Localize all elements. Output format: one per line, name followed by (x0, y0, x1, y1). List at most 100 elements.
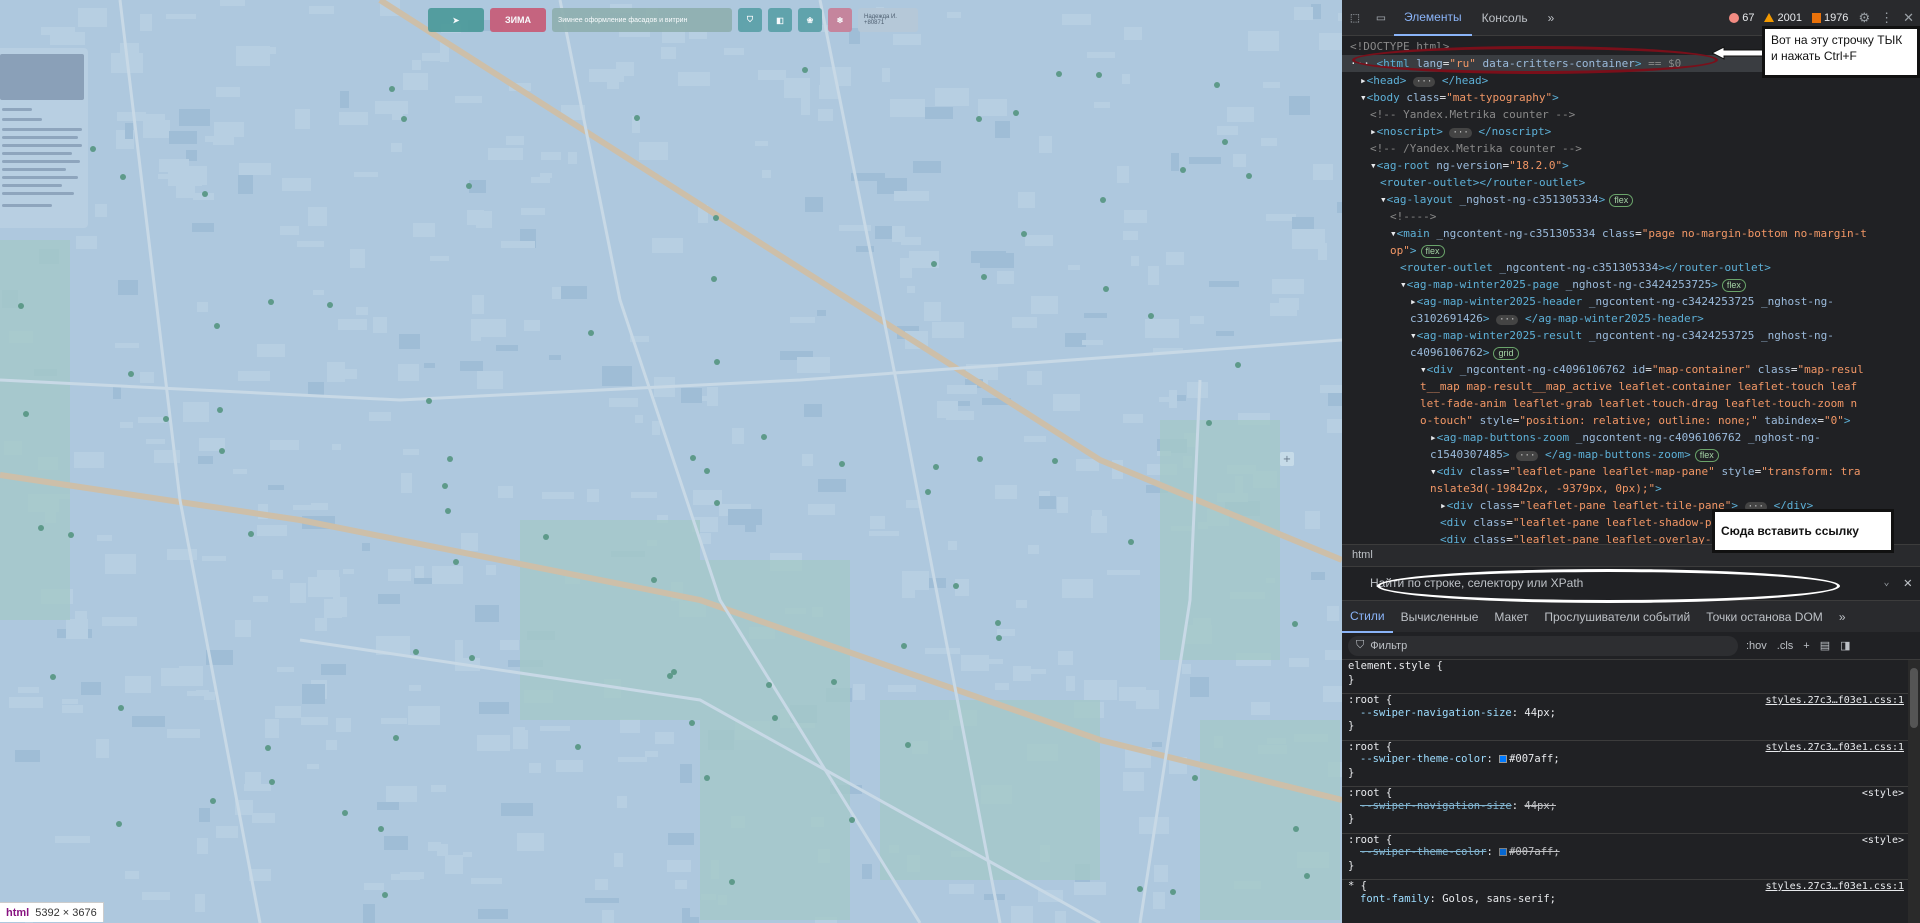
dom-tree[interactable]: <!DOCTYPE html> ··· <html lang="ru" data-… (1342, 36, 1920, 544)
kebab-menu-icon[interactable]: ⋮ (1880, 10, 1893, 26)
dom-node-row[interactable]: o-touch" style="position: relative; outl… (1342, 412, 1920, 429)
building-block (614, 853, 623, 867)
tab-elements[interactable]: Элементы (1394, 0, 1472, 36)
map-view[interactable]: ➤ ЗИМА Зимнее оформление фасадов и витри… (0, 0, 1342, 923)
building-block (631, 492, 657, 498)
chevron-down-icon[interactable]: ⌄ (1884, 577, 1890, 588)
logo-button[interactable]: ➤ (428, 8, 484, 32)
dom-node-row[interactable]: ▾<ag-root ng-version="18.2.0"> (1342, 157, 1920, 174)
tab-layout[interactable]: Макет (1486, 601, 1536, 633)
dom-node-row[interactable]: c3102691426> ··· </ag-map-winter2025-hea… (1342, 310, 1920, 327)
dom-node-row[interactable]: ▸<ag-map-winter2025-header _ngcontent-ng… (1342, 293, 1920, 310)
dom-node-row[interactable]: ▾<div class="leaflet-pane leaflet-map-pa… (1342, 463, 1920, 480)
color-swatch[interactable] (1499, 755, 1508, 763)
filter-icon[interactable]: ⛉ (738, 8, 762, 32)
inspect-icon[interactable]: ⬚ (1342, 5, 1368, 31)
tab-dom-breakpoints[interactable]: Точки останова DOM (1698, 601, 1831, 633)
building-block (140, 14, 152, 31)
dom-node-row[interactable]: <!----> (1342, 208, 1920, 225)
zoom-in-button[interactable]: + (1280, 452, 1294, 466)
css-rule-selector[interactable]: element.style { (1342, 660, 1908, 674)
more-style-tabs-button[interactable]: » (1831, 601, 1854, 633)
hov-toggle[interactable]: :hov (1746, 640, 1767, 652)
building-block (168, 167, 202, 186)
dom-node-row[interactable]: ▾<ag-map-winter2025-result _ngcontent-ng… (1342, 327, 1920, 344)
dom-node-row[interactable]: <router-outlet _ngcontent-ng-c351305334>… (1342, 259, 1920, 276)
dom-node-row[interactable]: nslate3d(-19842px, -9379px, 0px);"> (1342, 480, 1920, 497)
css-declaration[interactable]: --swiper-theme-color: #007aff; (1342, 753, 1908, 767)
css-declaration[interactable]: --swiper-theme-color: #007aff; (1342, 846, 1908, 860)
dom-node-row[interactable]: ▾<body class="mat-typography"> (1342, 89, 1920, 106)
building-block (202, 556, 226, 561)
css-rule-selector[interactable]: :root {styles.27c3…f03e1.css:1 (1342, 693, 1908, 707)
building-block (1028, 545, 1039, 554)
close-icon[interactable]: ✕ (1903, 10, 1914, 26)
css-rule-selector[interactable]: } (1342, 813, 1908, 827)
promo-banner[interactable]: Зимнее оформление фасадов и витрин (552, 8, 732, 32)
more-tabs-button[interactable]: » (1538, 0, 1565, 36)
css-rule-selector[interactable]: } (1342, 674, 1908, 688)
cls-toggle[interactable]: .cls (1777, 640, 1794, 652)
snowflake-icon[interactable]: ❄ (828, 8, 852, 32)
building-block (369, 412, 391, 421)
building-block (238, 175, 253, 194)
css-declaration[interactable]: --swiper-navigation-size: 44px; (1342, 707, 1908, 721)
css-rule-selector[interactable]: } (1342, 860, 1908, 874)
building-block (1325, 650, 1342, 660)
device-toggle-icon[interactable]: ▭ (1368, 5, 1394, 31)
close-search-icon[interactable]: ✕ (1904, 575, 1912, 591)
css-declaration[interactable]: --swiper-navigation-size: 44px; (1342, 800, 1908, 814)
dom-node-row[interactable]: ▸<ag-map-buttons-zoom _ngcontent-ng-c409… (1342, 429, 1920, 446)
user-info[interactable]: Надежда И. +80871 (858, 8, 918, 32)
dom-node-row[interactable]: ▾<main _ngcontent-ng-c351305334 class="p… (1342, 225, 1920, 242)
paint-icon[interactable]: ▤ (1820, 639, 1830, 652)
building-block (961, 655, 989, 671)
building-block (399, 334, 420, 349)
map-marker-icon (18, 303, 24, 309)
issues-badge[interactable]: 1976 (1811, 12, 1848, 24)
tab-console[interactable]: Консоль (1472, 0, 1538, 36)
building-block (1216, 331, 1234, 336)
dom-node-row[interactable]: c4096106762> grid (1342, 344, 1920, 361)
errors-badge[interactable]: 67 (1729, 12, 1754, 24)
css-rule-selector[interactable]: :root {styles.27c3…f03e1.css:1 (1342, 739, 1908, 754)
dom-node-row[interactable]: ▾<ag-map-winter2025-page _nghost-ng-c342… (1342, 276, 1920, 293)
styles-filter-input[interactable]: ⛉ Фильтр (1348, 635, 1738, 656)
map-marker-icon (442, 483, 448, 489)
dom-node-row[interactable]: ▾<ag-layout _nghost-ng-c351305334> flex (1342, 191, 1920, 208)
css-rule-selector[interactable]: :root {<style> (1342, 832, 1908, 847)
tab-styles[interactable]: Стили (1342, 601, 1393, 633)
dom-node-row[interactable]: <!-- /Yandex.Metrika counter --> (1342, 140, 1920, 157)
css-rule-selector[interactable]: } (1342, 720, 1908, 734)
dom-node-row[interactable]: ▸<noscript> ··· </noscript> (1342, 123, 1920, 140)
building-block (373, 317, 387, 333)
dom-node-row[interactable]: ▾<div _ngcontent-ng-c4096106762 id="map-… (1342, 361, 1920, 378)
settings-icon[interactable]: ⚙ (1858, 10, 1870, 26)
css-rule-selector[interactable]: } (1342, 767, 1908, 781)
tree-icon[interactable]: ❀ (798, 8, 822, 32)
styles-scrollbar[interactable] (1908, 660, 1920, 923)
tab-event-listeners[interactable]: Прослушиватели событий (1536, 601, 1698, 633)
dom-node-row[interactable]: c1540307485> ··· </ag-map-buttons-zoom> f… (1342, 446, 1920, 463)
building-block (125, 871, 139, 879)
dom-node-row[interactable]: t__map map-result__map_active leaflet-co… (1342, 378, 1920, 395)
color-swatch[interactable] (1499, 848, 1508, 856)
css-rule-selector[interactable]: :root {<style> (1342, 786, 1908, 800)
map-canvas[interactable] (0, 0, 1342, 923)
sidebar-toggle-icon[interactable]: ◨ (1840, 639, 1850, 652)
new-rule-button[interactable]: + (1803, 640, 1809, 652)
styles-pane[interactable]: element.style {} :root {styles.27c3…f03e1… (1342, 660, 1908, 923)
tab-computed[interactable]: Вычисленные (1393, 601, 1487, 633)
breadcrumb-item-html[interactable]: html (1352, 549, 1373, 561)
shop-icon[interactable]: ◧ (768, 8, 792, 32)
dom-node-row[interactable]: <router-outlet></router-outlet> (1342, 174, 1920, 191)
css-declaration[interactable]: font-family: Golos, sans-serif; (1342, 893, 1908, 907)
dom-node-row[interactable]: let-fade-anim leaflet-grab leaflet-touch… (1342, 395, 1920, 412)
object-info-card[interactable] (0, 48, 88, 228)
dom-node-row[interactable]: op"> flex (1342, 242, 1920, 259)
devtools-panel: ⬚ ▭ Элементы Консоль » 67 2001 1976 ⚙ ⋮ … (1342, 0, 1920, 923)
warnings-badge[interactable]: 2001 (1764, 12, 1802, 24)
css-rule-selector[interactable]: * {styles.27c3…f03e1.css:1 (1342, 879, 1908, 893)
dom-node-row[interactable]: <!-- Yandex.Metrika counter --> (1342, 106, 1920, 123)
zima-button[interactable]: ЗИМА (490, 8, 546, 32)
